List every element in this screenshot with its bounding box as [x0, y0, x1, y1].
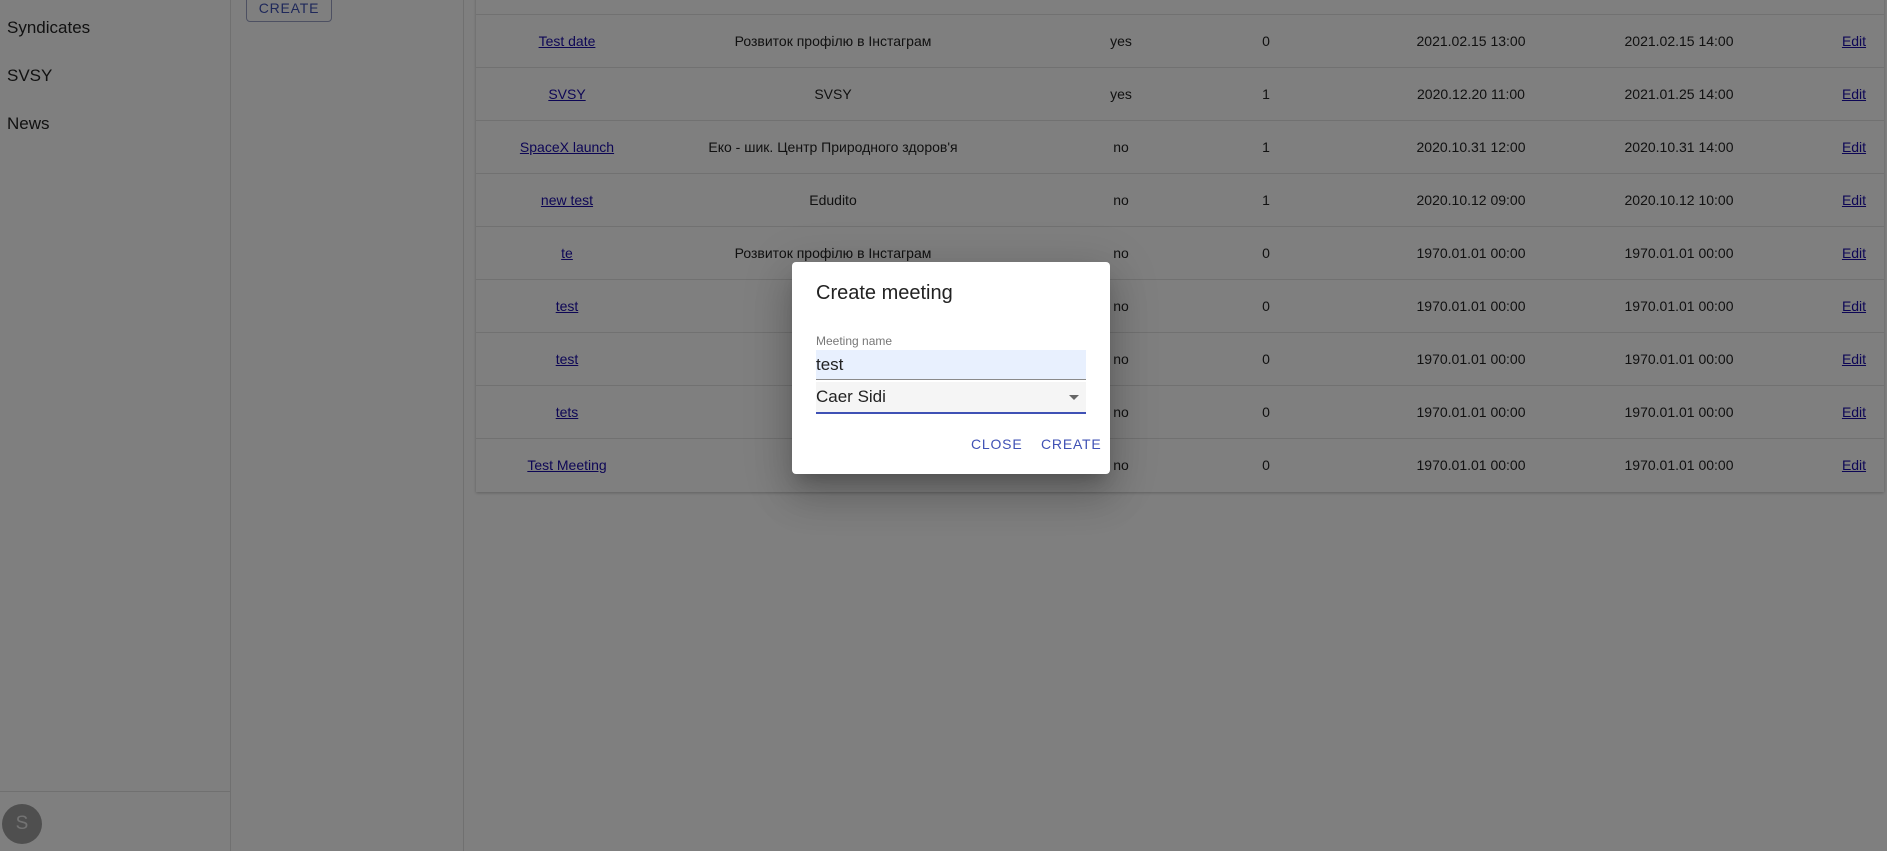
close-button[interactable]: CLOSE: [971, 436, 1022, 452]
meeting-name-input[interactable]: [816, 350, 1086, 380]
project-select-value: Caer Sidi: [816, 387, 886, 406]
meeting-name-label: Meeting name: [816, 334, 893, 348]
dialog-create-button[interactable]: CREATE: [1041, 436, 1102, 452]
app-root: Syndicates SVSY News S CREATE Test dateР…: [0, 0, 1887, 851]
project-select[interactable]: Caer Sidi: [816, 382, 1086, 414]
dialog-title: Create meeting: [816, 282, 953, 304]
chevron-down-icon: [1069, 395, 1079, 400]
create-meeting-dialog: Create meeting Meeting name Caer Sidi CL…: [792, 262, 1110, 474]
